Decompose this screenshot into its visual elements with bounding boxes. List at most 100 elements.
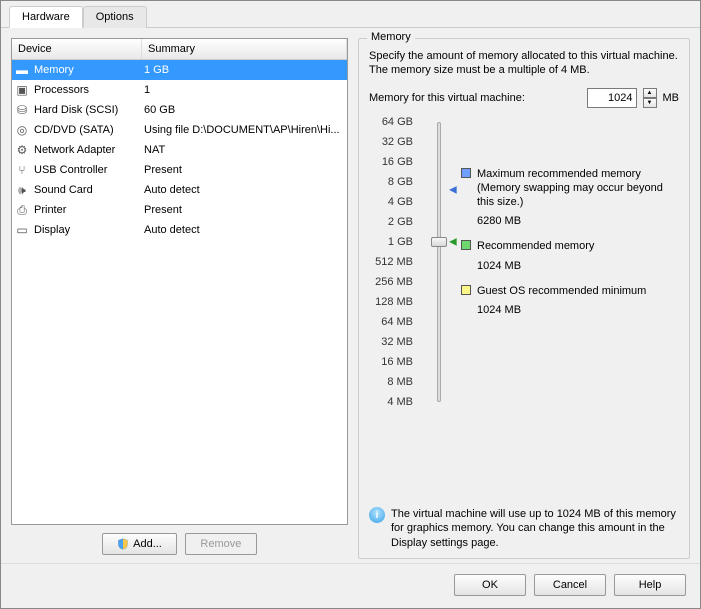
- cpu-icon: ▣: [14, 82, 30, 98]
- marker-rec: ◀: [449, 236, 457, 247]
- tick-label: 32 MB: [381, 336, 413, 348]
- memory-group: Memory Specify the amount of memory allo…: [358, 38, 690, 559]
- device-summary: NAT: [142, 141, 347, 159]
- tick-label: 2 GB: [388, 216, 413, 228]
- memory-info: i The virtual machine will use up to 102…: [369, 499, 679, 550]
- memory-icon: ▬: [14, 62, 30, 78]
- table-row[interactable]: ▣ Processors 1: [12, 80, 347, 100]
- remove-button: Remove: [185, 533, 257, 555]
- table-body: ▬ Memory 1 GB ▣ Processors 1 ⛁ Hard Disk (SCSI)…: [12, 60, 347, 524]
- add-button[interactable]: Add...: [102, 533, 177, 555]
- memory-slider-area: 64 GB32 GB16 GB8 GB4 GB2 GB1 GB512 MB256…: [369, 122, 679, 500]
- memory-unit: MB: [663, 92, 680, 104]
- dialog-footer: OK Cancel Help: [1, 563, 700, 608]
- sound-icon: 🕪: [14, 182, 30, 198]
- table-row[interactable]: ⚙ Network Adapter NAT: [12, 140, 347, 160]
- legend-max: Maximum recommended memory (Memory swapp…: [461, 167, 679, 210]
- info-icon: i: [369, 507, 385, 523]
- tick-label: 1 GB: [388, 236, 413, 248]
- memory-input-label: Memory for this virtual machine:: [369, 92, 581, 104]
- device-summary: 1 GB: [142, 61, 347, 79]
- detail-panel: Memory Specify the amount of memory allo…: [358, 38, 690, 559]
- network-icon: ⚙: [14, 142, 30, 158]
- device-name: Printer: [34, 204, 66, 216]
- table-row[interactable]: ⑂ USB Controller Present: [12, 160, 347, 180]
- table-row[interactable]: ▭DisplayAuto detect: [12, 220, 347, 240]
- device-summary: 1: [142, 81, 347, 99]
- swatch-blue: [461, 168, 471, 178]
- slider-thumb[interactable]: [431, 237, 447, 247]
- tick-label: 512 MB: [375, 256, 413, 268]
- legend-rec: Recommended memory: [461, 239, 679, 253]
- table-row[interactable]: ▬ Memory 1 GB: [12, 60, 347, 80]
- tick-label: 4 GB: [388, 196, 413, 208]
- memory-input[interactable]: [587, 88, 637, 108]
- spin-up[interactable]: ▲: [643, 88, 657, 98]
- device-name: Hard Disk (SCSI): [34, 104, 118, 116]
- device-name: USB Controller: [34, 164, 107, 176]
- table-header: Device Summary: [12, 39, 347, 60]
- tick-label: 128 MB: [375, 296, 413, 308]
- ok-button[interactable]: OK: [454, 574, 526, 596]
- header-device[interactable]: Device: [12, 39, 142, 59]
- legend-guest: Guest OS recommended minimum: [461, 284, 679, 298]
- device-summary: Auto detect: [142, 181, 347, 199]
- legend-guest-value: 1024 MB: [477, 304, 679, 316]
- usb-icon: ⑂: [14, 162, 30, 178]
- tick-label: 16 GB: [382, 156, 413, 168]
- cd-icon: ◎: [14, 122, 30, 138]
- device-name: Processors: [34, 84, 89, 96]
- tick-labels: 64 GB32 GB16 GB8 GB4 GB2 GB1 GB512 MB256…: [369, 122, 413, 500]
- shield-icon: [117, 538, 129, 550]
- device-summary: Present: [142, 161, 347, 179]
- slider-track: [437, 122, 441, 402]
- tick-label: 32 GB: [382, 136, 413, 148]
- device-summary: Present: [142, 201, 347, 219]
- tick-label: 64 GB: [382, 116, 413, 128]
- legend-guest-label: Guest OS recommended minimum: [477, 284, 646, 298]
- memory-info-text: The virtual machine will use up to 1024 …: [391, 507, 679, 550]
- device-buttons: Add... Remove: [11, 525, 348, 559]
- device-name: CD/DVD (SATA): [34, 124, 114, 136]
- device-name: Memory: [34, 64, 74, 76]
- table-row[interactable]: ⎙ Printer Present: [12, 200, 347, 220]
- content-area: Device Summary ▬ Memory 1 GB ▣ Processors 1 ⛁ H…: [1, 28, 700, 563]
- tick-label: 8 MB: [387, 376, 413, 388]
- group-title: Memory: [367, 31, 415, 43]
- printer-icon: ⎙: [14, 202, 30, 218]
- memory-slider[interactable]: ◀ ◀: [419, 122, 455, 500]
- legend: Maximum recommended memory (Memory swapp…: [461, 122, 679, 500]
- marker-max: ◀: [449, 184, 457, 195]
- memory-description: Specify the amount of memory allocated t…: [369, 49, 679, 78]
- table-row[interactable]: ⛁ Hard Disk (SCSI) 60 GB: [12, 100, 347, 120]
- spin-down[interactable]: ▼: [643, 98, 657, 108]
- add-button-label: Add...: [133, 538, 162, 550]
- help-button[interactable]: Help: [614, 574, 686, 596]
- device-name: Network Adapter: [34, 144, 115, 156]
- legend-max-value: 6280 MB: [477, 215, 679, 227]
- device-name: Sound Card: [34, 184, 93, 196]
- header-summary[interactable]: Summary: [142, 39, 347, 59]
- table-row[interactable]: 🕪 Sound Card Auto detect: [12, 180, 347, 200]
- device-table: Device Summary ▬ Memory 1 GB ▣ Processors 1 ⛁ H…: [11, 38, 348, 525]
- vm-settings-dialog: Hardware Options Device Summary ▬ Memory 1…: [0, 0, 701, 609]
- tab-hardware[interactable]: Hardware: [9, 6, 83, 28]
- device-summary: Auto detect: [142, 221, 347, 239]
- tab-options[interactable]: Options: [83, 6, 147, 28]
- cancel-button[interactable]: Cancel: [534, 574, 606, 596]
- swatch-yellow: [461, 285, 471, 295]
- tick-label: 8 GB: [388, 176, 413, 188]
- tab-bar: Hardware Options: [1, 1, 700, 28]
- swatch-green: [461, 240, 471, 250]
- tick-label: 4 MB: [387, 396, 413, 408]
- legend-max-label: Maximum recommended memory: [477, 167, 679, 181]
- tick-label: 256 MB: [375, 276, 413, 288]
- device-summary: Using file D:\DOCUMENT\AP\Hiren\Hi...: [142, 121, 347, 139]
- legend-max-note: (Memory swapping may occur beyond this s…: [477, 181, 679, 210]
- legend-rec-label: Recommended memory: [477, 239, 594, 253]
- device-panel: Device Summary ▬ Memory 1 GB ▣ Processors 1 ⛁ H…: [11, 38, 348, 559]
- remove-button-label: Remove: [200, 538, 241, 550]
- device-summary: 60 GB: [142, 101, 347, 119]
- table-row[interactable]: ◎ CD/DVD (SATA) Using file D:\DOCUMENT\AP\…: [12, 120, 347, 140]
- disk-icon: ⛁: [14, 102, 30, 118]
